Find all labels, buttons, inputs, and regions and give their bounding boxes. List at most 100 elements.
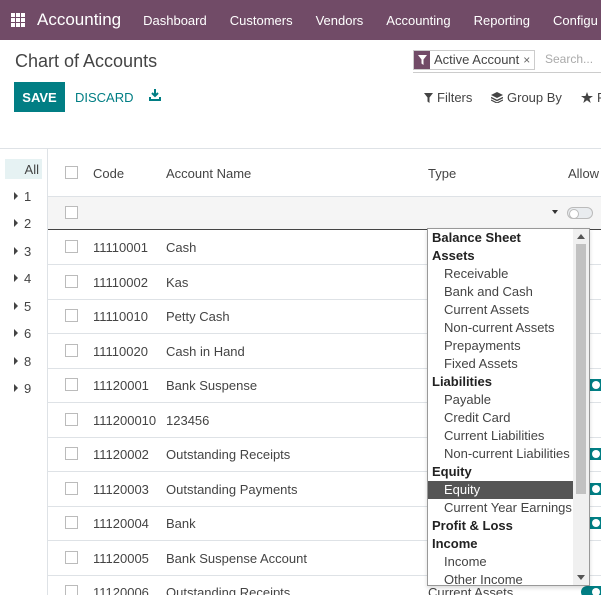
dropdown-group-label: Equity xyxy=(432,464,472,479)
search-bar[interactable]: Active Account × Search... xyxy=(413,49,601,73)
caret-right-icon xyxy=(14,357,18,365)
cell-account-name: Outstanding Receipts xyxy=(166,447,291,462)
filter-icon xyxy=(424,92,433,103)
new-record-row[interactable] xyxy=(48,197,601,230)
dropdown-option[interactable]: Payable xyxy=(428,391,573,409)
row-checkbox[interactable] xyxy=(65,240,78,253)
dropdown-option[interactable]: Other Income xyxy=(428,571,573,585)
row-checkbox[interactable] xyxy=(65,585,78,595)
cell-account-name: Cash xyxy=(166,240,197,255)
dropdown-option[interactable]: Non-current Liabilities xyxy=(428,445,573,463)
row-checkbox[interactable] xyxy=(65,309,78,322)
column-header-code[interactable]: Code xyxy=(93,166,124,181)
dropdown-group-label: Income xyxy=(432,536,478,551)
favorites-button[interactable]: F xyxy=(581,90,601,105)
dropdown-option[interactable]: Income xyxy=(428,553,573,571)
row-checkbox[interactable] xyxy=(65,447,78,460)
side-item-4[interactable]: 4 xyxy=(0,268,46,288)
row-checkbox[interactable] xyxy=(65,344,78,357)
scroll-down-arrow-icon[interactable] xyxy=(577,575,585,580)
column-header-account-name[interactable]: Account Name xyxy=(166,166,251,181)
side-item-3[interactable]: 3 xyxy=(0,241,46,261)
dropdown-option[interactable]: Credit Card xyxy=(428,409,573,427)
allow-reconciliation-toggle[interactable] xyxy=(567,207,593,219)
side-item-6[interactable]: 6 xyxy=(0,323,46,343)
side-item-5[interactable]: 5 xyxy=(0,296,46,316)
facet-remove-icon[interactable]: × xyxy=(523,51,534,69)
account-type-options: Balance Sheet Assets Receivable Bank and Ca… xyxy=(428,229,573,585)
column-header-allow-reconciliation[interactable]: Allow xyxy=(568,166,599,181)
row-checkbox[interactable] xyxy=(65,206,78,219)
search-facet: Active Account × xyxy=(413,50,536,70)
dropdown-option[interactable]: Bank and Cash xyxy=(428,283,573,301)
favorites-label: F xyxy=(597,90,601,105)
row-checkbox[interactable] xyxy=(65,275,78,288)
account-type-dropdown[interactable]: Balance Sheet Assets Receivable Bank and Ca… xyxy=(427,228,590,586)
type-select-caret-icon[interactable] xyxy=(552,210,558,214)
dropdown-option[interactable]: Equity xyxy=(428,481,573,499)
save-button[interactable]: SAVE xyxy=(14,82,65,112)
discard-button[interactable]: DISCARD xyxy=(75,90,134,105)
cell-account-name: Bank xyxy=(166,516,196,531)
caret-right-icon xyxy=(14,247,18,255)
column-header-type[interactable]: Type xyxy=(428,166,456,181)
cell-code: 11120003 xyxy=(93,482,149,497)
side-item-1[interactable]: 1 xyxy=(0,186,46,206)
group-by-label: Group By xyxy=(507,90,562,105)
scrollbar-thumb[interactable] xyxy=(576,244,586,494)
cell-type: Current Assets xyxy=(428,585,514,595)
search-input[interactable]: Search... xyxy=(545,52,593,66)
group-by-button[interactable]: Group By xyxy=(491,90,562,105)
dropdown-option[interactable]: Fixed Assets xyxy=(428,355,573,373)
row-checkbox[interactable] xyxy=(65,413,78,426)
cell-account-name: Bank Suspense xyxy=(166,378,258,393)
scroll-up-arrow-icon[interactable] xyxy=(577,234,585,239)
cell-code: 11120006 xyxy=(93,585,149,595)
side-item-all[interactable]: All xyxy=(5,159,42,179)
nav-customers[interactable]: Customers xyxy=(230,13,293,28)
dropdown-group-label: Assets xyxy=(432,248,475,263)
cell-code: 11110010 xyxy=(93,309,148,324)
cell-code: 11120001 xyxy=(93,378,149,393)
nav-dashboard[interactable]: Dashboard xyxy=(143,13,207,28)
dropdown-group-label: Profit & Loss xyxy=(432,518,513,533)
dropdown-option[interactable]: Current Year Earnings xyxy=(428,499,573,517)
app-name[interactable]: Accounting xyxy=(37,10,121,30)
dropdown-option[interactable]: Receivable xyxy=(428,265,573,283)
caret-right-icon xyxy=(14,219,18,227)
side-item-2[interactable]: 2 xyxy=(0,213,46,233)
row-checkbox[interactable] xyxy=(65,378,78,391)
filter-icon xyxy=(414,51,430,69)
cell-code: 11120004 xyxy=(93,516,149,531)
facet-value: Active Account xyxy=(434,52,520,67)
nav-configuration[interactable]: Configu xyxy=(553,13,598,28)
filters-label: Filters xyxy=(437,90,473,105)
dropdown-option[interactable]: Prepayments xyxy=(428,337,573,355)
cell-code: 11110020 xyxy=(93,344,148,359)
dropdown-option[interactable]: Current Liabilities xyxy=(428,427,573,445)
nav-reporting[interactable]: Reporting xyxy=(474,13,530,28)
dropdown-option[interactable]: Current Assets xyxy=(428,301,573,319)
caret-right-icon xyxy=(14,384,18,392)
side-item-9[interactable]: 9 xyxy=(0,378,46,398)
apps-menu-icon[interactable] xyxy=(11,13,25,27)
nav-accounting[interactable]: Accounting xyxy=(386,13,450,28)
nav-vendors[interactable]: Vendors xyxy=(316,13,364,28)
filters-button[interactable]: Filters xyxy=(424,90,472,105)
download-icon[interactable] xyxy=(149,88,161,101)
cell-account-name: 123456 xyxy=(166,413,210,428)
caret-right-icon xyxy=(14,274,18,282)
select-all-checkbox[interactable] xyxy=(65,166,78,179)
dropdown-option[interactable]: Non-current Assets xyxy=(428,319,573,337)
cell-code: 11120005 xyxy=(93,551,149,566)
row-checkbox[interactable] xyxy=(65,482,78,495)
allow-reconciliation-toggle[interactable] xyxy=(581,586,601,595)
cell-account-name: Outstanding Payments xyxy=(166,482,298,497)
row-checkbox[interactable] xyxy=(65,516,78,529)
side-item-8[interactable]: 8 xyxy=(0,351,46,371)
caret-right-icon xyxy=(14,329,18,337)
row-checkbox[interactable] xyxy=(65,551,78,564)
star-icon xyxy=(581,92,593,103)
dropdown-scrollbar[interactable] xyxy=(573,229,589,585)
page-title: Chart of Accounts xyxy=(15,51,158,71)
